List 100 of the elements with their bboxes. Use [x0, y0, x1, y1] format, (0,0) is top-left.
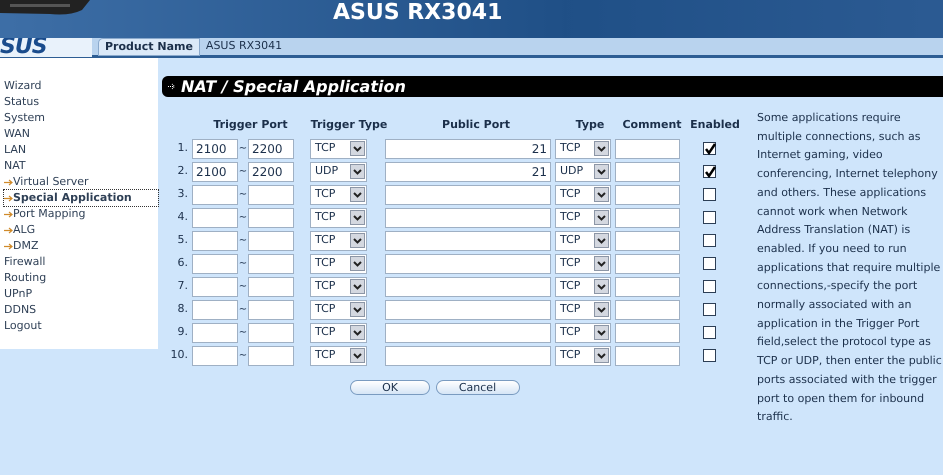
caret-icon [350, 348, 365, 363]
sidebar-item[interactable]: Wizard [4, 78, 158, 94]
input-field[interactable] [615, 276, 680, 296]
dropdown[interactable]: TCP [555, 276, 611, 296]
caret-icon [594, 141, 609, 156]
input-field[interactable] [385, 300, 551, 320]
sidebar-item[interactable]: Routing [4, 270, 158, 286]
row-number: 7. [176, 278, 188, 294]
input-field[interactable]: 21 [385, 138, 551, 158]
input-field[interactable] [192, 346, 238, 366]
sidebar-item[interactable]: System [4, 110, 158, 126]
sidebar-item[interactable]: Port Mapping [4, 206, 158, 222]
input-field[interactable] [192, 184, 238, 204]
sidebar-item[interactable]: Firewall [4, 254, 158, 270]
dropdown[interactable]: TCP [310, 254, 367, 274]
input-field[interactable] [615, 230, 680, 250]
input-field[interactable] [385, 208, 551, 228]
arrow-icon [168, 83, 175, 90]
input-field[interactable] [615, 300, 680, 320]
input-field[interactable] [385, 276, 551, 296]
sidebar-item[interactable]: NAT [4, 158, 158, 174]
sidebar-item[interactable]: LAN [4, 142, 158, 158]
checkbox[interactable] [703, 234, 716, 247]
sidebar-item[interactable]: Special Application [4, 190, 158, 206]
dropdown[interactable]: UDP [310, 162, 367, 182]
input-field[interactable] [248, 230, 294, 250]
sidebar-item[interactable]: DDNS [4, 302, 158, 318]
ok-button[interactable]: OK [350, 380, 430, 395]
checkbox[interactable] [703, 349, 716, 362]
input-field[interactable] [615, 322, 680, 342]
checkbox[interactable] [703, 211, 716, 224]
sidebar-item[interactable]: Logout [4, 318, 158, 334]
row-number: 3. [176, 186, 188, 202]
input-field[interactable]: 2100 [192, 162, 238, 182]
input-field[interactable] [248, 276, 294, 296]
sidebar-item[interactable]: WAN [4, 126, 158, 142]
input-field[interactable] [248, 254, 294, 274]
input-field[interactable] [385, 184, 551, 204]
input-field[interactable]: 21 [385, 162, 551, 182]
dropdown[interactable]: TCP [310, 300, 367, 320]
dropdown[interactable]: TCP [310, 184, 367, 204]
input-field[interactable]: 2100 [192, 138, 238, 158]
checkbox[interactable] [703, 142, 716, 155]
sidebar-item[interactable]: DMZ [4, 238, 158, 254]
dropdown[interactable]: TCP [555, 138, 611, 158]
input-field[interactable] [385, 346, 551, 366]
input-field[interactable] [192, 322, 238, 342]
input-field[interactable] [615, 184, 680, 204]
dropdown[interactable]: TCP [310, 346, 367, 366]
input-field[interactable] [192, 254, 238, 274]
dropdown[interactable]: TCP [555, 254, 611, 274]
input-field[interactable] [192, 300, 238, 320]
sidebar-item[interactable]: ALG [4, 222, 158, 238]
dropdown[interactable]: UDP [555, 162, 611, 182]
input-field[interactable] [615, 254, 680, 274]
dropdown[interactable]: TCP [555, 322, 611, 342]
input-field[interactable] [192, 230, 238, 250]
dropdown[interactable]: TCP [555, 346, 611, 366]
checkbox[interactable] [703, 165, 716, 178]
dropdown[interactable]: TCP [310, 322, 367, 342]
sidebar-item[interactable]: UPnP [4, 286, 158, 302]
cancel-button[interactable]: Cancel [436, 380, 520, 395]
input-field[interactable] [192, 208, 238, 228]
column-header: Public Port [441, 117, 511, 133]
row-number: 10. [170, 347, 188, 364]
dropdown[interactable]: TCP [555, 208, 611, 228]
input-field[interactable] [248, 184, 294, 204]
input-field[interactable] [248, 322, 294, 342]
input-field[interactable]: 2200 [248, 138, 294, 158]
row-number: 5. [176, 232, 188, 248]
help-text: Some applications require multiple connections, such as Internet gaming, video conferencing, Internet telephony and others. These applications cannot work when Network Address Translation (NAT) is enabled. If you need to run applications that require multiple connections,-specify the port normally associated with an application in the Trigger Port field,select the protocol type as TCP or UDP, then enter the public ports associated with the trigger port to open them for inbound traffic. [757, 110, 943, 426]
sidebar-item[interactable]: Virtual Server [4, 174, 158, 190]
input-field[interactable]: 2200 [248, 162, 294, 182]
checkbox[interactable] [703, 280, 716, 293]
dropdown[interactable]: TCP [555, 300, 611, 320]
dropdown[interactable]: TCP [310, 208, 367, 228]
input-field[interactable] [615, 346, 680, 366]
sidebar-item[interactable]: Status [4, 94, 158, 110]
dropdown[interactable]: TCP [555, 184, 611, 204]
dropdown[interactable]: TCP [555, 230, 611, 250]
checkbox[interactable] [703, 257, 716, 270]
caret-icon [350, 325, 365, 340]
checkbox[interactable] [703, 326, 716, 339]
input-field[interactable] [192, 276, 238, 296]
dropdown[interactable]: TCP [310, 276, 367, 296]
caret-icon [594, 302, 609, 317]
input-field[interactable] [385, 254, 551, 274]
input-field[interactable] [615, 138, 680, 158]
checkbox[interactable] [703, 303, 716, 316]
input-field[interactable] [385, 322, 551, 342]
dropdown[interactable]: TCP [310, 138, 367, 158]
dropdown[interactable]: TCP [310, 230, 367, 250]
input-field[interactable] [248, 346, 294, 366]
input-field[interactable] [615, 162, 680, 182]
checkbox[interactable] [703, 188, 716, 201]
input-field[interactable] [248, 208, 294, 228]
arrow-icon [4, 210, 13, 218]
input-field[interactable] [615, 208, 680, 228]
input-field[interactable] [385, 230, 551, 250]
input-field[interactable] [248, 300, 294, 320]
